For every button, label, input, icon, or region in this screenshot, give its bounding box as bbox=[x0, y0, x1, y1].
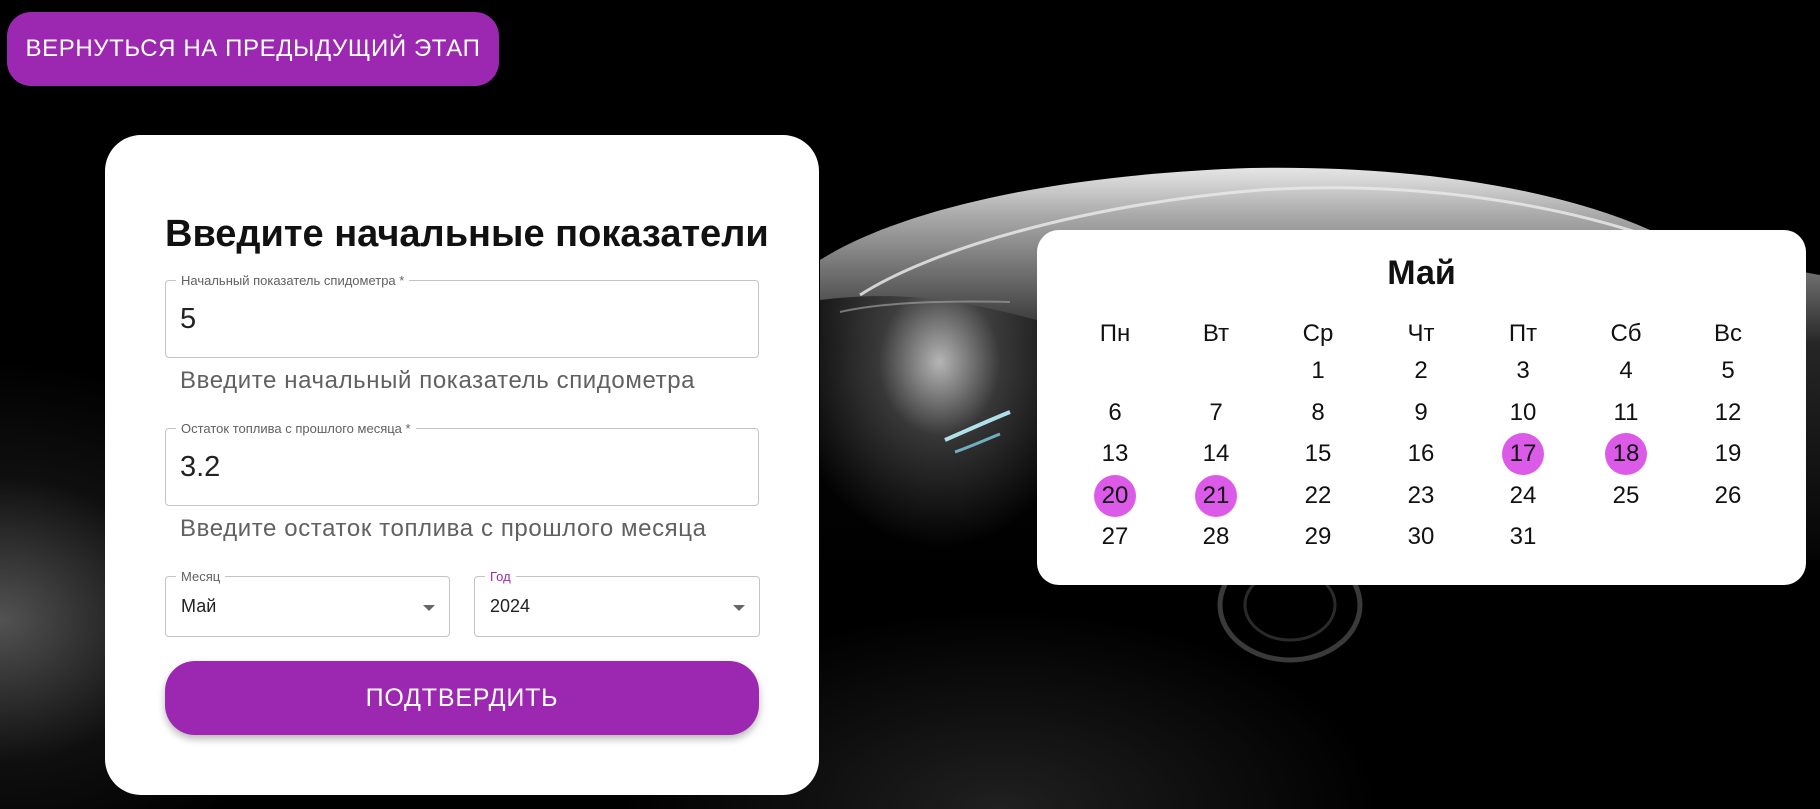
calendar-day[interactable]: 8 bbox=[1297, 392, 1339, 434]
calendar-day[interactable]: 29 bbox=[1297, 516, 1339, 558]
calendar-day[interactable]: 9 bbox=[1400, 392, 1442, 434]
calendar-day[interactable]: 1 bbox=[1297, 350, 1339, 392]
weekday-header: Вт bbox=[1202, 320, 1230, 347]
calendar-day[interactable]: 22 bbox=[1297, 475, 1339, 517]
back-to-previous-step-button[interactable]: ВЕРНУТЬСЯ НА ПРЕДЫДУЩИЙ ЭТАП bbox=[7, 12, 499, 86]
speedometer-input[interactable] bbox=[180, 295, 744, 343]
calendar-day-highlighted[interactable]: 21 bbox=[1195, 475, 1237, 517]
calendar-day[interactable]: 2 bbox=[1400, 350, 1442, 392]
calendar-day[interactable]: 26 bbox=[1707, 475, 1749, 517]
month-select[interactable]: Месяц Май bbox=[165, 569, 450, 637]
calendar-day[interactable]: 5 bbox=[1707, 350, 1749, 392]
calendar-day[interactable]: 10 bbox=[1502, 392, 1544, 434]
calendar-day[interactable]: 11 bbox=[1605, 392, 1647, 434]
weekday-header: Пт bbox=[1508, 320, 1538, 347]
calendar-day[interactable]: 24 bbox=[1502, 475, 1544, 517]
weekday-header: Вс bbox=[1713, 320, 1742, 347]
calendar-day[interactable]: 19 bbox=[1707, 433, 1749, 475]
fuel-remainder-label: Остаток топлива с прошлого месяца * bbox=[176, 421, 416, 437]
speedometer-field[interactable]: Начальный показатель спидометра * bbox=[165, 273, 759, 358]
calendar-day-highlighted[interactable]: 18 bbox=[1605, 433, 1647, 475]
calendar-day[interactable]: 4 bbox=[1605, 350, 1647, 392]
calendar-day[interactable]: 12 bbox=[1707, 392, 1749, 434]
calendar-day-highlighted[interactable]: 20 bbox=[1094, 475, 1136, 517]
month-label: Месяц bbox=[176, 569, 226, 585]
speedometer-label: Начальный показатель спидометра * bbox=[176, 273, 410, 289]
form-title: Введите начальные показатели bbox=[165, 213, 769, 255]
weekday-header: Ср bbox=[1302, 320, 1334, 347]
weekday-header: Пн bbox=[1099, 320, 1131, 347]
calendar-day[interactable]: 6 bbox=[1094, 392, 1136, 434]
fuel-remainder-input[interactable] bbox=[180, 443, 744, 491]
initial-readings-form-card: Введите начальные показатели Начальный п… bbox=[105, 135, 819, 795]
calendar-day[interactable]: 23 bbox=[1400, 475, 1442, 517]
calendar-day[interactable]: 30 bbox=[1400, 516, 1442, 558]
calendar-day[interactable]: 27 bbox=[1094, 516, 1136, 558]
calendar-day[interactable]: 25 bbox=[1605, 475, 1647, 517]
calendar-day[interactable]: 7 bbox=[1195, 392, 1237, 434]
speedometer-helper-text: Введите начальный показатель спидометра bbox=[180, 367, 696, 394]
confirm-button[interactable]: ПОДТВЕРДИТЬ bbox=[165, 661, 759, 735]
chevron-down-icon[interactable] bbox=[423, 605, 435, 611]
calendar-day[interactable]: 16 bbox=[1400, 433, 1442, 475]
weekday-header: Чт bbox=[1407, 320, 1435, 347]
calendar-day-highlighted[interactable]: 17 bbox=[1502, 433, 1544, 475]
calendar-day[interactable]: 15 bbox=[1297, 433, 1339, 475]
year-select[interactable]: Год 2024 bbox=[474, 569, 760, 637]
chevron-down-icon[interactable] bbox=[733, 605, 745, 611]
month-value: Май bbox=[181, 596, 217, 616]
calendar-day[interactable]: 28 bbox=[1195, 516, 1237, 558]
calendar-day[interactable]: 31 bbox=[1502, 516, 1544, 558]
weekday-header: Сб bbox=[1610, 320, 1642, 347]
calendar-day[interactable]: 13 bbox=[1094, 433, 1136, 475]
year-value: 2024 bbox=[490, 596, 531, 616]
calendar-day[interactable]: 14 bbox=[1195, 433, 1237, 475]
calendar-card: Май Пн Вт Ср Чт Пт Сб Вс 1 2 3 4 5 6 7 8 9 10 11 12 13 14 15 1… bbox=[1037, 230, 1806, 585]
calendar-month-title: Май bbox=[1387, 254, 1456, 292]
fuel-remainder-helper-text: Введите остаток топлива с прошлого месяц… bbox=[180, 515, 707, 542]
calendar-day[interactable]: 3 bbox=[1502, 350, 1544, 392]
year-label: Год bbox=[485, 569, 516, 585]
fuel-remainder-field[interactable]: Остаток топлива с прошлого месяца * bbox=[165, 421, 759, 506]
